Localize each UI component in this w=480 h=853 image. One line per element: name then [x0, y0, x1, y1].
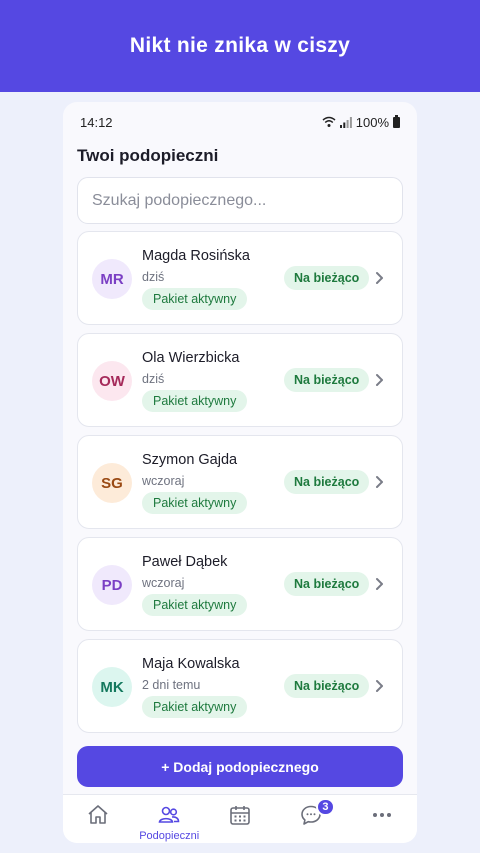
avatar: MK [92, 667, 132, 707]
search-box[interactable] [77, 177, 403, 224]
chevron-right-icon [376, 680, 383, 692]
chevron-right-icon [376, 476, 383, 488]
nav-home[interactable] [63, 795, 134, 843]
package-badge: Pakiet aktywny [142, 390, 248, 412]
status-badge: Na bieżąco [284, 266, 370, 290]
home-icon [88, 805, 108, 824]
nav-messages[interactable]: 3 [275, 795, 346, 843]
client-name: Szymon Gajda [142, 452, 238, 468]
messages-badge: 3 [316, 798, 335, 816]
battery-icon [393, 114, 400, 128]
client-card[interactable]: MR Magda Rosińska dziś Pakiet aktywny Na bie… [77, 231, 403, 325]
client-name: Magda Rosińska [142, 248, 250, 264]
client-card[interactable]: MK Maja Kowalska 2 dni temu Pakiet aktywny N… [77, 639, 403, 733]
status-indicators: 100% [322, 114, 400, 130]
status-badge: Na bieżąco [284, 674, 370, 698]
status-badge: Na bieżąco [284, 470, 370, 494]
add-client-button[interactable]: + Dodaj podopiecznego [77, 746, 403, 787]
last-contact: wczoraj [142, 576, 185, 590]
client-card[interactable]: SG Szymon Gajda wczoraj Pakiet aktywny Na bi… [77, 435, 403, 529]
client-name: Ola Wierzbicka [142, 350, 240, 366]
client-name: Paweł Dąbek [142, 554, 228, 570]
last-contact: dziś [142, 372, 165, 386]
last-contact: 2 dni temu [142, 678, 201, 692]
page-title: Twoi podopieczni [77, 146, 219, 165]
client-card[interactable]: PD Paweł Dąbek wczoraj Pakiet aktywny Na bie… [77, 537, 403, 631]
package-badge: Pakiet aktywny [142, 492, 248, 514]
chevron-right-icon [376, 578, 383, 590]
chevron-right-icon [376, 272, 383, 284]
client-card[interactable]: OW Ola Wierzbicka dziś Pakiet aktywny Na bie… [77, 333, 403, 427]
last-contact: dziś [142, 270, 165, 284]
package-badge: Pakiet aktywny [142, 696, 248, 718]
search-input[interactable] [92, 191, 388, 210]
hero-title: Nikt nie znika w ciszy [129, 34, 351, 57]
avatar: OW [92, 361, 132, 401]
nav-clients-label: Podopieczni [139, 830, 200, 842]
last-contact: wczoraj [142, 474, 185, 488]
avatar: SG [92, 463, 132, 503]
avatar: MR [92, 259, 132, 299]
status-time: 14:12 [80, 114, 113, 130]
hero-banner: Nikt nie znika w ciszy [0, 0, 480, 92]
status-badge: Na bieżąco [284, 368, 370, 392]
phone-screen: 14:12 100% Twoi podopieczni MR Magda Rosi… [63, 102, 417, 843]
signal-icon [339, 116, 352, 128]
package-badge: Pakiet aktywny [142, 288, 248, 310]
users-icon [158, 806, 180, 823]
status-badge: Na bieżąco [284, 572, 370, 596]
status-bar: 14:12 100% [63, 102, 417, 142]
more-icon [372, 813, 391, 817]
nav-clients[interactable]: Podopieczni [134, 795, 205, 843]
avatar: PD [92, 565, 132, 605]
client-name: Maja Kowalska [142, 656, 240, 672]
nav-calendar[interactable] [205, 795, 276, 843]
wifi-icon [322, 116, 336, 127]
bottom-nav: Podopieczni 3 [63, 794, 417, 843]
nav-more[interactable] [346, 795, 417, 843]
chevron-right-icon [376, 374, 383, 386]
package-badge: Pakiet aktywny [142, 594, 248, 616]
battery-level: 100% [355, 114, 389, 130]
calendar-icon [230, 806, 250, 825]
